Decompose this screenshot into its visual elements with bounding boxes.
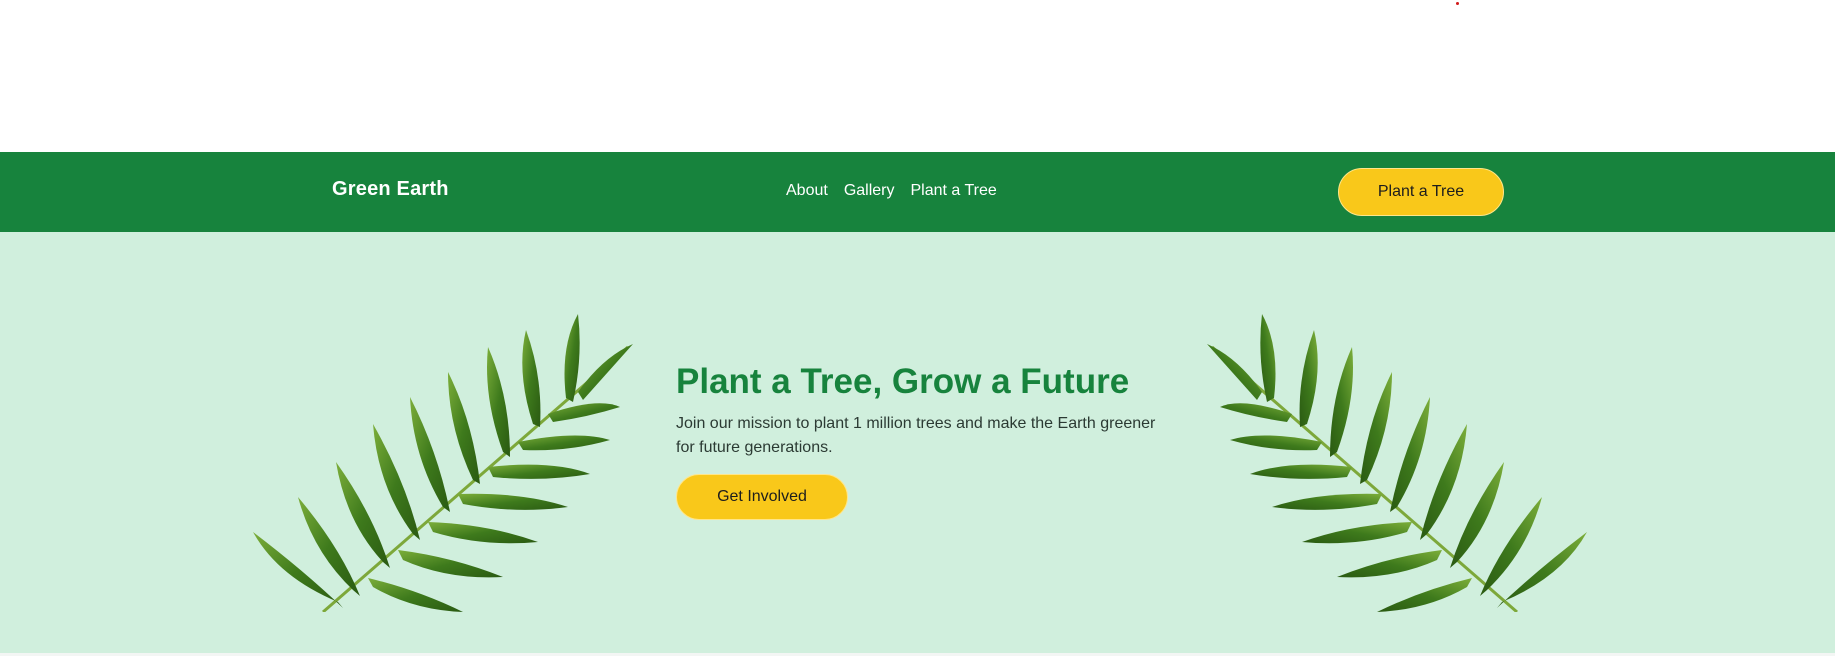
nav-link-gallery[interactable]: Gallery: [844, 182, 895, 200]
cursor-dot: [1456, 2, 1459, 5]
hero-section: Plant a Tree, Grow a Future Join our mis…: [0, 232, 1835, 653]
nav-link-plant-a-tree[interactable]: Plant a Tree: [911, 182, 997, 200]
hero-content: Plant a Tree, Grow a Future Join our mis…: [676, 362, 1176, 521]
nav-links: About Gallery Plant a Tree: [786, 182, 997, 200]
top-blank-area: [0, 0, 1835, 152]
hero-title: Plant a Tree, Grow a Future: [676, 362, 1130, 401]
get-involved-button[interactable]: Get Involved: [676, 474, 848, 521]
palm-leaf-icon: [253, 314, 633, 612]
brand-logo[interactable]: Green Earth: [332, 178, 449, 201]
page: Green Earth About Gallery Plant a Tree P…: [0, 0, 1835, 656]
nav-link-about[interactable]: About: [786, 182, 828, 200]
navbar: Green Earth About Gallery Plant a Tree P…: [0, 152, 1835, 232]
plant-a-tree-button[interactable]: Plant a Tree: [1338, 168, 1504, 216]
palm-leaf-icon: [1207, 314, 1587, 612]
hero-subtitle: Join our mission to plant 1 million tree…: [676, 415, 1156, 457]
